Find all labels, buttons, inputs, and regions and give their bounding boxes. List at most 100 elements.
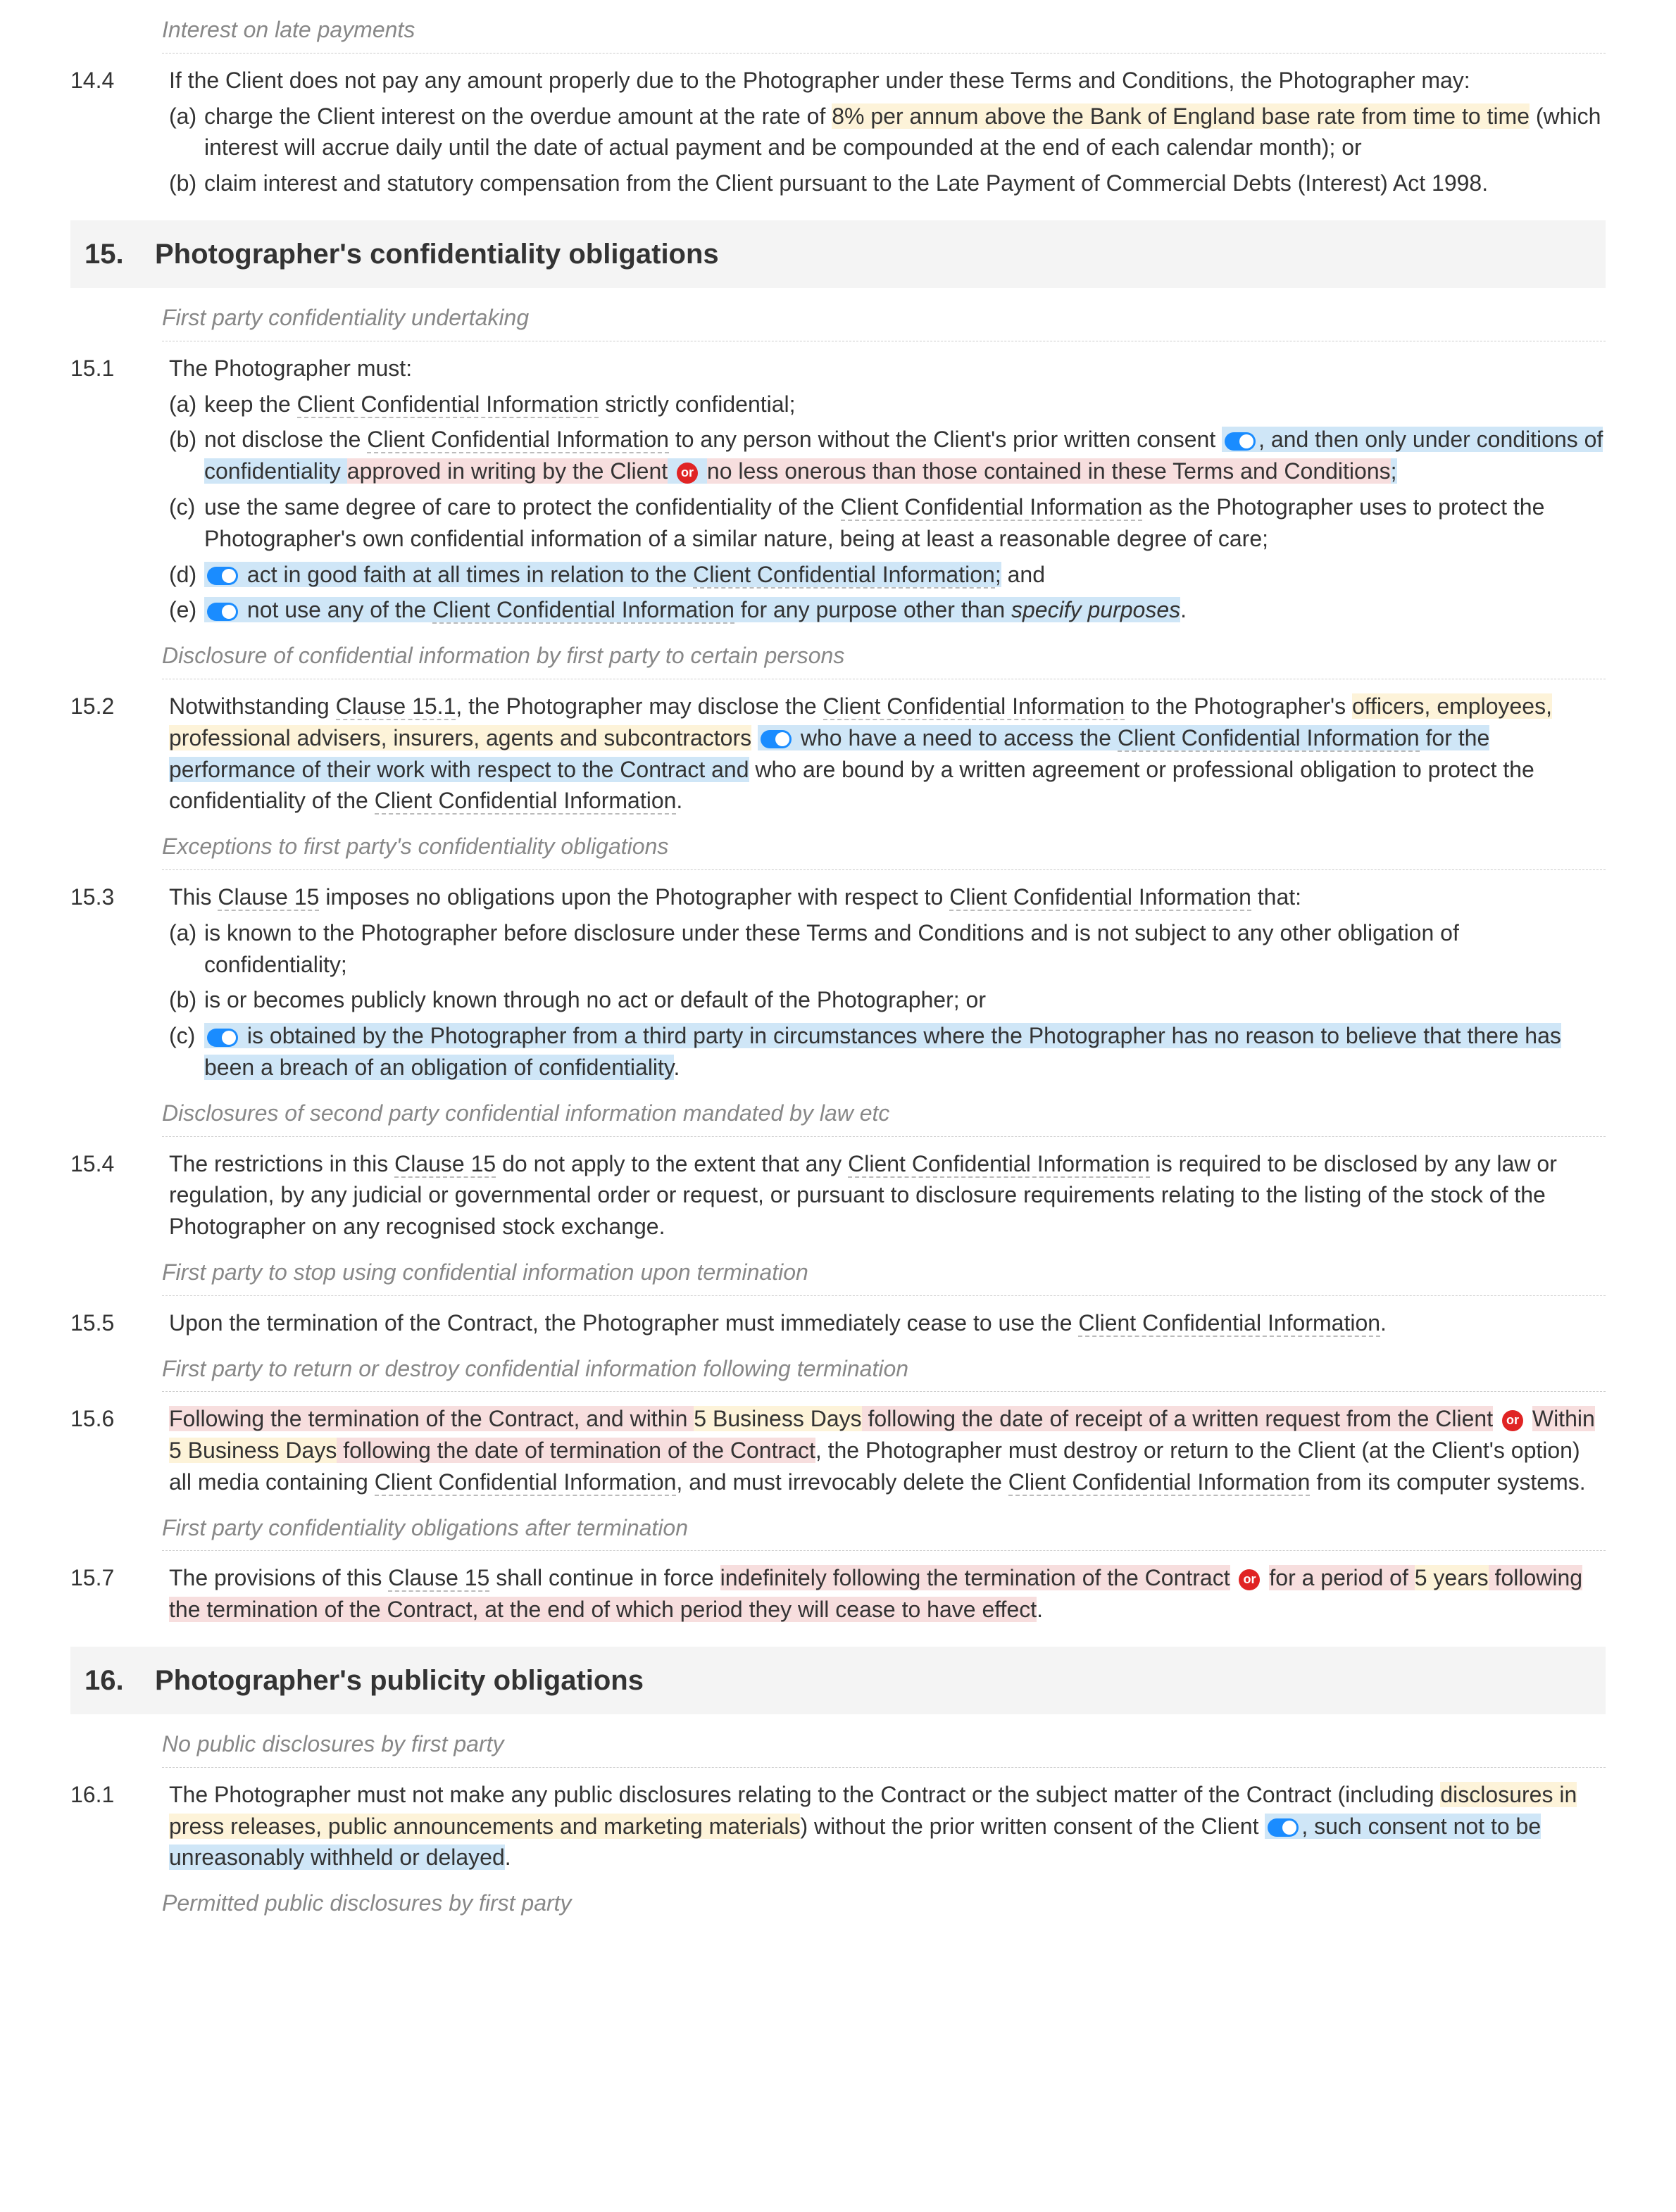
- optional-wrapper: act in good faith at all times in relati…: [204, 562, 1001, 587]
- toggle-icon[interactable]: [207, 1029, 238, 1047]
- text: following the date of receipt of a writt…: [862, 1406, 1493, 1431]
- highlighted-text: 5 years: [1415, 1565, 1489, 1590]
- sub-letter: (b): [169, 424, 204, 487]
- clause-lead: If the Client does not pay any amount pr…: [169, 68, 1470, 93]
- text: following the date of termination of the…: [337, 1438, 815, 1463]
- sub-item-c: (c) is obtained by the Photographer from…: [169, 1020, 1606, 1083]
- defined-term[interactable]: Client Confidential Information: [848, 1151, 1150, 1178]
- text: for any purpose other than: [734, 597, 1011, 622]
- toggle-icon[interactable]: [761, 730, 792, 748]
- section-15-header: 15. Photographer's confidentiality oblig…: [70, 220, 1606, 288]
- sub-letter: (c): [169, 1020, 204, 1083]
- sub-letter: (b): [169, 984, 204, 1016]
- section-title: Photographer's publicity obligations: [155, 1661, 644, 1700]
- text: who have a need to access the: [794, 725, 1118, 750]
- toggle-icon[interactable]: [207, 603, 238, 621]
- alt-option-a: indefinitely following the termination o…: [720, 1565, 1230, 1590]
- text: , and must irrevocably delete the: [676, 1469, 1008, 1495]
- section-title: Photographer's confidentiality obligatio…: [155, 234, 719, 274]
- sub-item-e: (e) not use any of the Client Confidenti…: [169, 594, 1606, 626]
- text: keep the: [204, 391, 297, 417]
- text: Upon the termination of the Contract, th…: [169, 1310, 1078, 1336]
- defined-term[interactable]: Client Confidential Information: [823, 693, 1125, 720]
- subheading-permitted-public: Permitted public disclosures by first pa…: [162, 1880, 1606, 1926]
- clause-body: Following the termination of the Contrac…: [169, 1403, 1606, 1497]
- defined-term[interactable]: Client Confidential Information: [375, 1469, 677, 1496]
- sub-text: is obtained by the Photographer from a t…: [204, 1020, 1606, 1083]
- sub-item-a: (a) keep the Client Confidential Informa…: [169, 389, 1606, 420]
- clause-15-7: 15.7 The provisions of this Clause 15 sh…: [70, 1562, 1606, 1626]
- cross-ref-link[interactable]: Clause 15: [218, 884, 319, 911]
- clause-14-4: 14.4 If the Client does not pay any amou…: [70, 65, 1606, 199]
- defined-term[interactable]: Client Confidential Information: [693, 562, 995, 589]
- clause-lead: The Photographer must:: [169, 356, 412, 381]
- subheading-first-party-conf: First party confidentiality undertaking: [162, 295, 1606, 341]
- sub-item-b: (b) claim interest and statutory compens…: [169, 168, 1606, 199]
- clause-15-3: 15.3 This Clause 15 imposes no obligatio…: [70, 881, 1606, 1083]
- defined-term[interactable]: Client Confidential Information: [375, 788, 677, 815]
- sub-item-c: (c) use the same degree of care to prote…: [169, 491, 1606, 555]
- subheading-stop-using: First party to stop using confidential i…: [162, 1250, 1606, 1296]
- sub-item-b: (b) not disclose the Client Confidential…: [169, 424, 1606, 487]
- clause-number: 15.1: [70, 353, 169, 384]
- sub-text: keep the Client Confidential Information…: [204, 389, 1606, 420]
- section-number: 15.: [85, 234, 155, 274]
- clause-number: 14.4: [70, 65, 169, 96]
- sub-text: is known to the Photographer before disc…: [204, 917, 1606, 981]
- subheading-no-public: No public disclosures by first party: [162, 1721, 1606, 1768]
- text: act in good faith at all times in relati…: [241, 562, 693, 587]
- defined-term[interactable]: Client Confidential Information: [297, 391, 599, 418]
- sub-letter: (a): [169, 917, 204, 981]
- toggle-icon[interactable]: [207, 567, 238, 585]
- optional-wrapper: is obtained by the Photographer from a t…: [204, 1023, 1561, 1080]
- text: not disclose the: [204, 427, 367, 452]
- clause-15-2: 15.2 Notwithstanding Clause 15.1, the Ph…: [70, 691, 1606, 817]
- clause-body: The restrictions in this Clause 15 do no…: [169, 1148, 1606, 1243]
- placeholder-text: specify purposes: [1011, 597, 1180, 622]
- clause-number: 15.4: [70, 1148, 169, 1180]
- text: The restrictions in this: [169, 1151, 394, 1176]
- text: from its computer systems.: [1310, 1469, 1585, 1495]
- or-badge-icon[interactable]: or: [1239, 1569, 1260, 1590]
- defined-term[interactable]: Client Confidential Information: [1078, 1310, 1380, 1337]
- or-badge-icon[interactable]: or: [677, 463, 698, 484]
- text: Within: [1532, 1406, 1595, 1431]
- defined-term[interactable]: Client Confidential Information: [432, 597, 734, 624]
- alt-option-b: no less onerous than those contained in …: [707, 458, 1391, 484]
- cross-ref-link[interactable]: Clause 15: [388, 1565, 489, 1592]
- or-badge-icon[interactable]: or: [1502, 1410, 1523, 1431]
- sub-text: act in good faith at all times in relati…: [204, 559, 1606, 591]
- text: that:: [1251, 884, 1301, 910]
- clause-body: The Photographer must: (a) keep the Clie…: [169, 353, 1606, 626]
- text: .: [1380, 1310, 1387, 1336]
- document-page: Interest on late payments 14.4 If the Cl…: [0, 7, 1676, 1966]
- defined-term[interactable]: Client Confidential Information: [1118, 725, 1420, 752]
- defined-term[interactable]: Client Confidential Information: [949, 884, 1251, 911]
- clause-body: If the Client does not pay any amount pr…: [169, 65, 1606, 199]
- text: charge the Client interest on the overdu…: [204, 103, 832, 129]
- defined-term[interactable]: Client Confidential Information: [1008, 1469, 1311, 1496]
- sub-letter: (e): [169, 594, 204, 626]
- cross-ref-link[interactable]: Clause 15.1: [336, 693, 456, 720]
- defined-term[interactable]: Client Confidential Information: [367, 427, 669, 453]
- clause-16-1: 16.1 The Photographer must not make any …: [70, 1779, 1606, 1873]
- toggle-icon[interactable]: [1268, 1818, 1299, 1837]
- text: not use any of the: [241, 597, 432, 622]
- subheading-return-destroy: First party to return or destroy confide…: [162, 1346, 1606, 1393]
- sub-text: not use any of the Client Confidential I…: [204, 594, 1606, 626]
- text: This: [169, 884, 218, 910]
- toggle-icon[interactable]: [1225, 432, 1256, 451]
- clause-number: 16.1: [70, 1779, 169, 1811]
- text: ;: [1391, 458, 1397, 484]
- text: strictly confidential;: [599, 391, 795, 417]
- text: .: [505, 1845, 511, 1870]
- cross-ref-link[interactable]: Clause 15: [394, 1151, 496, 1178]
- defined-term[interactable]: Client Confidential Information: [841, 494, 1143, 521]
- text: The Photographer must not make any publi…: [169, 1782, 1440, 1807]
- text: ;: [995, 562, 1001, 587]
- clause-body: Upon the termination of the Contract, th…: [169, 1307, 1606, 1339]
- text: Following the termination of the Contrac…: [169, 1406, 694, 1431]
- clause-15-6: 15.6 Following the termination of the Co…: [70, 1403, 1606, 1497]
- text: imposes no obligations upon the Photogra…: [319, 884, 949, 910]
- sub-text: use the same degree of care to protect t…: [204, 491, 1606, 555]
